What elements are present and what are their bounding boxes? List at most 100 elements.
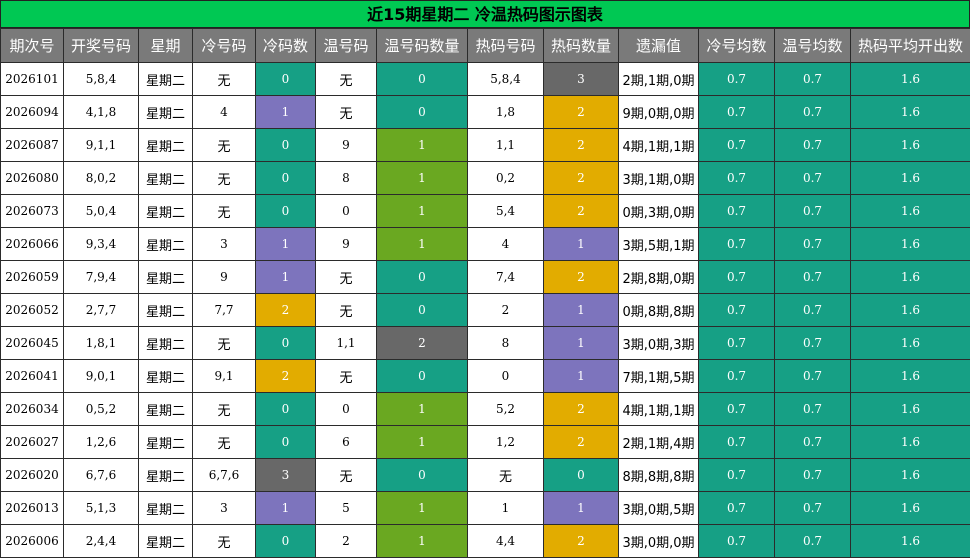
- miss-values-cell: 8期,8期,8期: [618, 458, 699, 492]
- cold-avg-cell: 0.7: [698, 524, 775, 558]
- cold-count-cell: 0: [255, 128, 316, 162]
- hot-count-cell: 1: [543, 293, 619, 327]
- warm-numbers-cell: 6: [315, 425, 377, 459]
- miss-values-cell: 3期,1期,0期: [618, 161, 699, 195]
- issue-cell: 2026087: [0, 128, 64, 162]
- warm-count-cell: 1: [376, 425, 468, 459]
- warm-numbers-cell: 1,1: [315, 326, 377, 360]
- hot-avg-cell: 1.6: [850, 95, 970, 129]
- issue-cell: 2026101: [0, 62, 64, 96]
- hot-numbers-cell: 8: [467, 326, 544, 360]
- numbers-cell: 5,1,3: [63, 491, 139, 525]
- hot-count-cell: 1: [543, 326, 619, 360]
- table-row: 2026080 8,0,2 星期二无 0 8 1 0,2 2 3期,1期,0期 0.7 0.7 1.6: [0, 161, 970, 195]
- column-header: 温号均数: [774, 28, 851, 63]
- cold-count-cell: 0: [255, 392, 316, 426]
- hot-avg-cell: 1.6: [850, 260, 970, 294]
- weekday-cell: 星期二: [138, 458, 193, 492]
- cold-count-cell: 2: [255, 293, 316, 327]
- numbers-cell: 1,8,1: [63, 326, 139, 360]
- cold-numbers-cell: 无: [192, 161, 256, 195]
- miss-values-cell: 3期,0期,3期: [618, 326, 699, 360]
- issue-cell: 2026052: [0, 293, 64, 327]
- hot-avg-cell: 1.6: [850, 524, 970, 558]
- hot-avg-cell: 1.6: [850, 293, 970, 327]
- warm-avg-cell: 0.7: [774, 95, 851, 129]
- issue-cell: 2026027: [0, 425, 64, 459]
- miss-values-cell: 2期,1期,0期: [618, 62, 699, 96]
- miss-values-cell: 2期,8期,0期: [618, 260, 699, 294]
- cold-count-cell: 1: [255, 95, 316, 129]
- warm-avg-cell: 0.7: [774, 62, 851, 96]
- hot-avg-cell: 1.6: [850, 194, 970, 228]
- table-row: 2026094 4,1,8 星期二 4 1 无 0 1,8 2 9期,0期,0期 0.7 0.7 1.6: [0, 95, 970, 129]
- warm-numbers-cell: 9: [315, 227, 377, 261]
- warm-numbers-cell: 2: [315, 524, 377, 558]
- column-header: 冷号码: [192, 28, 256, 63]
- hot-numbers-cell: 5,4: [467, 194, 544, 228]
- table-row: 2026059 7,9,4 星期二 9 1 无 0 7,4 2 2期,8期,0期 0.7 0.7 1.6: [0, 260, 970, 294]
- warm-avg-cell: 0.7: [774, 293, 851, 327]
- table-row: 2026020 6,7,6 星期二 6,7,6 3 无 0 无 0 8期,8期,8期 0.7 0.7 1…: [0, 458, 970, 492]
- numbers-cell: 9,3,4: [63, 227, 139, 261]
- hot-count-cell: 2: [543, 425, 619, 459]
- cold-avg-cell: 0.7: [698, 227, 775, 261]
- hot-numbers-cell: 0,2: [467, 161, 544, 195]
- cold-numbers-cell: 9,1: [192, 359, 256, 393]
- cold-count-cell: 0: [255, 524, 316, 558]
- column-header: 星期: [138, 28, 193, 63]
- miss-values-cell: 9期,0期,0期: [618, 95, 699, 129]
- warm-numbers-cell: 无: [315, 260, 377, 294]
- numbers-cell: 1,2,6: [63, 425, 139, 459]
- numbers-cell: 8,0,2: [63, 161, 139, 195]
- cold-numbers-cell: 无: [192, 62, 256, 96]
- numbers-cell: 5,0,4: [63, 194, 139, 228]
- weekday-cell: 星期二: [138, 194, 193, 228]
- column-header: 冷号均数: [698, 28, 775, 63]
- hot-numbers-cell: 1,1: [467, 128, 544, 162]
- table-row: 2026013 5,1,3 星期二 3 1 5 1 1 1 3期,0期,5期 0.7 0.7 1.6: [0, 491, 970, 525]
- hot-numbers-cell: 5,2: [467, 392, 544, 426]
- warm-avg-cell: 0.7: [774, 392, 851, 426]
- hot-avg-cell: 1.6: [850, 62, 970, 96]
- warm-avg-cell: 0.7: [774, 260, 851, 294]
- warm-avg-cell: 0.7: [774, 128, 851, 162]
- weekday-cell: 星期二: [138, 326, 193, 360]
- page-title: 近15期星期二 冷温热码图示图表: [0, 0, 970, 28]
- hot-numbers-cell: 4: [467, 227, 544, 261]
- column-header: 开奖号码: [63, 28, 139, 63]
- table-row: 2026045 1,8,1 星期二无 0 1,1 2 8 1 3期,0期,3期 0.7 0.7 1.6: [0, 326, 970, 360]
- cold-numbers-cell: 无: [192, 392, 256, 426]
- warm-numbers-cell: 0: [315, 392, 377, 426]
- column-header: 温号码: [315, 28, 377, 63]
- warm-avg-cell: 0.7: [774, 524, 851, 558]
- column-header: 遗漏值: [618, 28, 699, 63]
- weekday-cell: 星期二: [138, 293, 193, 327]
- warm-count-cell: 1: [376, 161, 468, 195]
- warm-numbers-cell: 8: [315, 161, 377, 195]
- numbers-cell: 2,4,4: [63, 524, 139, 558]
- hot-numbers-cell: 1: [467, 491, 544, 525]
- warm-count-cell: 1: [376, 524, 468, 558]
- weekday-cell: 星期二: [138, 227, 193, 261]
- cold-count-cell: 1: [255, 227, 316, 261]
- hot-avg-cell: 1.6: [850, 491, 970, 525]
- column-header: 热码号码: [467, 28, 544, 63]
- weekday-cell: 星期二: [138, 524, 193, 558]
- hot-count-cell: 2: [543, 524, 619, 558]
- issue-cell: 2026045: [0, 326, 64, 360]
- miss-values-cell: 3期,0期,0期: [618, 524, 699, 558]
- cold-avg-cell: 0.7: [698, 491, 775, 525]
- warm-numbers-cell: 无: [315, 458, 377, 492]
- issue-cell: 2026034: [0, 392, 64, 426]
- cold-avg-cell: 0.7: [698, 95, 775, 129]
- cold-numbers-cell: 9: [192, 260, 256, 294]
- cold-numbers-cell: 无: [192, 425, 256, 459]
- numbers-cell: 9,1,1: [63, 128, 139, 162]
- miss-values-cell: 2期,1期,4期: [618, 425, 699, 459]
- hot-count-cell: 0: [543, 458, 619, 492]
- weekday-cell: 星期二: [138, 392, 193, 426]
- column-header: 热码数量: [543, 28, 619, 63]
- hot-count-cell: 2: [543, 194, 619, 228]
- hot-avg-cell: 1.6: [850, 458, 970, 492]
